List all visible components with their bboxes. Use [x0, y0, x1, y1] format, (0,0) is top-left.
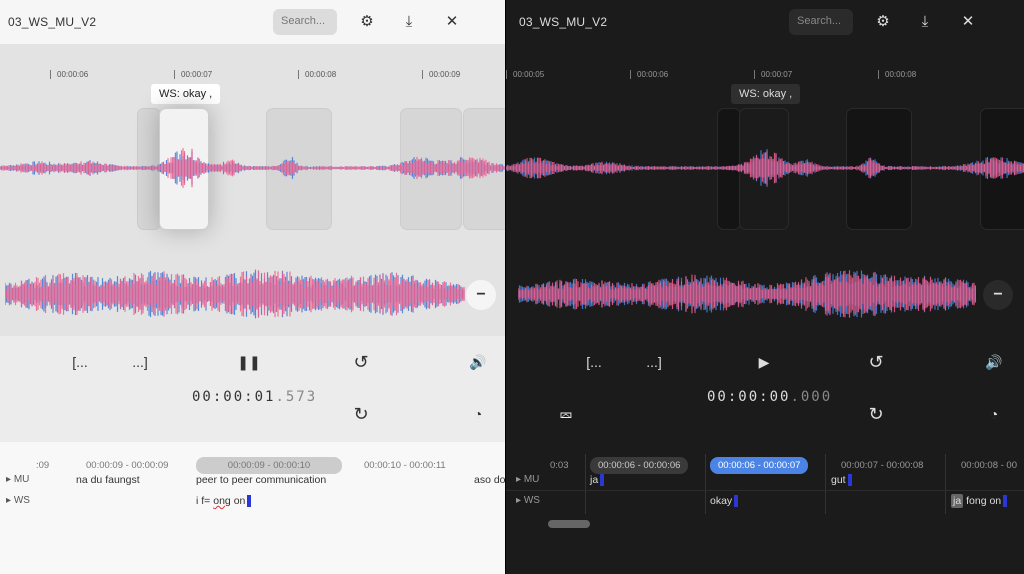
segment-divider — [825, 454, 826, 514]
active-segment-timestamp[interactable]: 00:00:09 - 00:00:10 — [196, 457, 342, 474]
time-tick: 00:00:09 — [422, 70, 460, 79]
transcript-text[interactable]: gut — [831, 474, 852, 487]
track-divider — [506, 490, 1024, 491]
segment-tooltip: WS: okay , — [731, 84, 801, 104]
waveform-channel-pink — [506, 151, 1024, 185]
text-cursor — [247, 495, 252, 508]
time-tick: 00:00:07 — [174, 70, 212, 79]
segment-timestamp[interactable]: 00:00:07 - 00:00:08 — [833, 457, 931, 474]
transcript-text[interactable]: na du faungst — [76, 474, 140, 486]
active-segment-timestamp[interactable]: 00:00:06 - 00:00:07 — [710, 457, 809, 474]
text-cursor — [600, 474, 605, 487]
download-icon[interactable]: ⤓ — [915, 12, 935, 32]
time-tick: 00:00:06 — [50, 70, 88, 79]
speed-icon[interactable]: ◔ — [982, 402, 1006, 426]
playback-time: 00:00:01.573 — [192, 389, 318, 405]
segment-divider — [945, 454, 946, 514]
mouse-pointer-icon: ⮹ — [558, 406, 574, 426]
redo-icon[interactable]: ↻ — [864, 402, 888, 426]
transcript-text[interactable]: ja — [590, 474, 605, 487]
horizontal-scrollbar[interactable] — [548, 520, 590, 528]
pause-icon[interactable]: ❚❚ — [237, 350, 261, 374]
text-cursor — [847, 474, 852, 487]
text-cursor — [734, 495, 739, 508]
waveform-area[interactable]: 00:00:06 00:00:07 00:00:08 00:00:09 WS: … — [0, 44, 505, 336]
zoom-out-button[interactable]: − — [983, 280, 1013, 310]
zoom-out-button[interactable]: − — [466, 280, 496, 310]
transcript-text[interactable]: aso do — [474, 474, 505, 486]
speed-icon[interactable]: ◔ — [466, 402, 490, 426]
transcript-text[interactable]: okay — [710, 495, 739, 508]
segment-divider — [705, 454, 706, 514]
segment-tooltip: WS: okay , — [151, 84, 221, 104]
transcript-tracks: :09 00:00:09 - 00:00:09 00:00:09 - 00:00… — [0, 442, 505, 574]
search-input[interactable]: Search... — [789, 9, 853, 35]
volume-icon[interactable]: 🔊 — [466, 350, 490, 374]
segment-end-button[interactable]: ...] — [642, 350, 666, 374]
dark-editor-panel: 03_WS_MU_V2 Search... ⚙ ⤓ ✕ 00:00:05 00:… — [505, 0, 1024, 574]
file-title: 03_WS_MU_V2 — [519, 15, 608, 29]
segment-timestamp: 0:03 — [550, 460, 569, 471]
waveform-area[interactable]: 00:00:05 00:00:06 00:00:07 00:00:08 WS: … — [506, 44, 1024, 336]
segment-divider — [585, 454, 586, 514]
track-label-mu[interactable]: ▸ MU — [516, 474, 539, 485]
segment-start-button[interactable]: [... — [68, 350, 92, 374]
zoomed-waveform[interactable] — [0, 128, 505, 208]
track-label-mu[interactable]: ▸ MU — [6, 474, 29, 485]
transcript-text-edit[interactable]: i f= ong on — [196, 495, 252, 508]
segment-timestamp: :09 — [36, 460, 50, 471]
tools-icon[interactable]: ✕ — [442, 12, 462, 32]
overview-waveform[interactable] — [5, 259, 465, 329]
header: 03_WS_MU_V2 Search... ⚙ ⤓ ✕ — [0, 0, 505, 44]
gear-icon[interactable]: ⚙ — [873, 12, 893, 32]
time-tick: 00:00:08 — [878, 70, 916, 79]
track-label-ws[interactable]: ▸ WS — [6, 495, 30, 506]
zoomed-waveform[interactable] — [506, 128, 1024, 208]
transcript-text[interactable]: peer to peer communication — [196, 474, 326, 486]
time-tick: 00:00:07 — [754, 70, 792, 79]
replay-icon[interactable]: ↺ — [864, 350, 888, 374]
time-tick: 00:00:08 — [298, 70, 336, 79]
play-icon[interactable]: ▶ — [752, 350, 776, 374]
header: 03_WS_MU_V2 Search... ⚙ ⤓ ✕ — [506, 0, 1024, 44]
segment-timestamp[interactable]: 00:00:10 - 00:00:11 — [356, 457, 454, 474]
segment-timestamp[interactable]: 00:00:06 - 00:00:06 — [590, 457, 689, 474]
track-label-ws[interactable]: ▸ WS — [516, 495, 540, 506]
time-tick: 00:00:05 — [506, 70, 544, 79]
segment-timestamp[interactable]: 00:00:09 - 00:00:09 — [78, 457, 176, 474]
waveform-channel-pink — [0, 148, 505, 188]
segment-timestamp[interactable]: 00:00:08 - 00 — [953, 457, 1024, 474]
transcript-tracks: 0:03 00:00:06 - 00:00:06 00:00:06 - 00:0… — [506, 442, 1024, 574]
segment-end-button[interactable]: ...] — [128, 350, 152, 374]
gear-icon[interactable]: ⚙ — [357, 12, 377, 32]
redo-icon[interactable]: ↻ — [349, 402, 373, 426]
text-cursor — [1003, 495, 1008, 508]
transcript-text[interactable]: ja fong on — [951, 494, 1008, 508]
search-input[interactable]: Search... — [273, 9, 337, 35]
volume-icon[interactable]: 🔊 — [982, 350, 1006, 374]
tools-icon[interactable]: ✕ — [958, 12, 978, 32]
file-title: 03_WS_MU_V2 — [8, 15, 97, 29]
segment-start-button[interactable]: [... — [582, 350, 606, 374]
waveform-channel-pink — [518, 270, 976, 318]
overview-waveform[interactable] — [518, 259, 976, 329]
replay-icon[interactable]: ↺ — [349, 350, 373, 374]
download-icon[interactable]: ⤓ — [399, 12, 419, 32]
playback-time: 00:00:00.000 — [707, 389, 833, 405]
time-tick: 00:00:06 — [630, 70, 668, 79]
light-editor-panel: 03_WS_MU_V2 Search... ⚙ ⤓ ✕ 00:00:06 00:… — [0, 0, 505, 574]
